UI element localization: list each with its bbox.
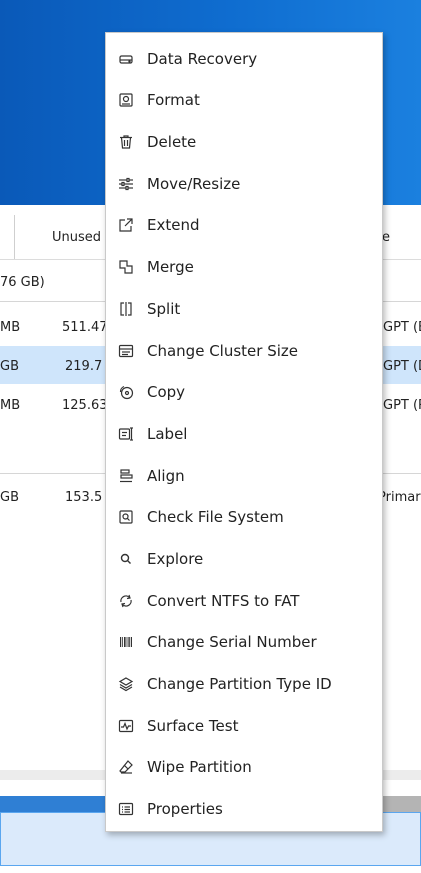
row-type: Primar — [378, 490, 421, 505]
menu-item-format[interactable]: Format — [106, 80, 382, 120]
menu-item-merge[interactable]: Merge — [106, 247, 382, 287]
menu-item-label: Change Serial Number — [147, 633, 317, 651]
row-unused: 125.63 — [62, 398, 108, 413]
align-icon — [117, 467, 135, 485]
menu-item-copy[interactable]: Copy — [106, 372, 382, 412]
split-icon — [117, 300, 135, 318]
extend-icon — [117, 216, 135, 234]
menu-item-label: Extend — [147, 216, 200, 234]
trash-icon — [117, 133, 135, 151]
menu-item-convert-ntfs-to-fat[interactable]: Convert NTFS to FAT — [106, 581, 382, 621]
row-unused: 511.47 — [62, 320, 108, 335]
menu-item-explore[interactable]: Explore — [106, 539, 382, 579]
label-icon — [117, 425, 135, 443]
properties-icon — [117, 800, 135, 818]
row-capacity: GB — [0, 359, 19, 374]
menu-item-align[interactable]: Align — [106, 456, 382, 496]
menu-item-change-cluster-size[interactable]: Change Cluster Size — [106, 331, 382, 371]
check-file-system-icon — [117, 508, 135, 526]
menu-item-label: Wipe Partition — [147, 758, 252, 776]
menu-item-label: Convert NTFS to FAT — [147, 592, 300, 610]
menu-item-wipe-partition[interactable]: Wipe Partition — [106, 747, 382, 787]
row-type: GPT (R — [383, 398, 421, 413]
menu-item-label-text: Label — [147, 425, 188, 443]
layers-icon — [117, 675, 135, 693]
column-header-unused[interactable]: Unused — [52, 230, 101, 245]
row-type: GPT (D — [383, 359, 421, 374]
menu-item-label: Align — [147, 467, 185, 485]
menu-item-label: Format — [147, 91, 200, 109]
menu-item-label: Properties — [147, 800, 223, 818]
column-header-type[interactable]: e — [382, 230, 390, 245]
menu-item-label: Merge — [147, 258, 194, 276]
menu-item-split[interactable]: Split — [106, 289, 382, 329]
menu-item-move-resize[interactable]: Move/Resize — [106, 164, 382, 204]
menu-item-surface-test[interactable]: Surface Test — [106, 706, 382, 746]
menu-item-label: Delete — [147, 133, 197, 151]
menu-item-label: Change Cluster Size — [147, 342, 298, 360]
menu-item-extend[interactable]: Extend — [106, 205, 382, 245]
menu-item-label: Surface Test — [147, 717, 239, 735]
cluster-size-icon — [117, 342, 135, 360]
data-recovery-icon — [117, 50, 135, 68]
row-capacity: MB — [0, 398, 21, 413]
menu-item-properties[interactable]: Properties — [106, 789, 382, 829]
menu-item-label: Split — [147, 300, 181, 318]
disk-label: 76 GB) — [0, 275, 45, 290]
menu-item-label[interactable]: Label — [106, 414, 382, 454]
row-capacity: GB — [0, 490, 19, 505]
menu-item-label: Data Recovery — [147, 50, 258, 68]
menu-item-label: Check File System — [147, 508, 284, 526]
convert-icon — [117, 592, 135, 610]
format-icon — [117, 91, 135, 109]
barcode-icon — [117, 633, 135, 651]
eraser-icon — [117, 758, 135, 776]
menu-item-change-serial-number[interactable]: Change Serial Number — [106, 622, 382, 662]
row-unused: 219.7 — [65, 359, 103, 374]
column-divider[interactable] — [14, 215, 15, 259]
context-menu: Data Recovery Format Delete Move/Resize … — [105, 32, 383, 832]
sliders-icon — [117, 175, 135, 193]
menu-item-check-file-system[interactable]: Check File System — [106, 497, 382, 537]
row-capacity: MB — [0, 320, 21, 335]
magnifier-icon — [117, 550, 135, 568]
menu-item-change-partition-type-id[interactable]: Change Partition Type ID — [106, 664, 382, 704]
row-unused: 153.5 — [65, 490, 103, 505]
merge-icon — [117, 258, 135, 276]
menu-item-label: Change Partition Type ID — [147, 675, 332, 693]
menu-item-label: Move/Resize — [147, 175, 241, 193]
menu-item-label: Explore — [147, 550, 204, 568]
menu-item-data-recovery[interactable]: Data Recovery — [106, 39, 382, 79]
menu-item-delete[interactable]: Delete — [106, 122, 382, 162]
copy-icon — [117, 383, 135, 401]
menu-item-label: Copy — [147, 383, 186, 401]
surface-test-icon — [117, 717, 135, 735]
row-type: GPT (E — [383, 320, 421, 335]
disk-usage-bar-fill — [0, 796, 108, 812]
